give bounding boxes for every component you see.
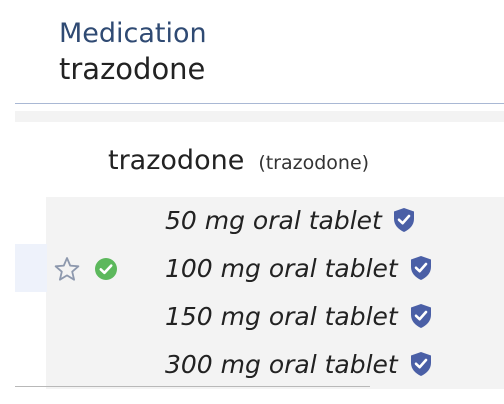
shield-check-icon: [411, 256, 431, 280]
shield-check-icon: [411, 304, 431, 328]
strength-option[interactable]: 50 mg oral tablet: [165, 206, 382, 236]
section-strip: [15, 111, 504, 122]
shield-check-icon: [394, 208, 414, 232]
header-divider: [15, 103, 504, 104]
drug-generic-name: (trazodone): [258, 152, 370, 174]
strength-option[interactable]: 100 mg oral tablet: [165, 254, 398, 284]
shield-check-icon: [411, 352, 431, 376]
strength-option[interactable]: 300 mg oral tablet: [165, 350, 398, 380]
field-label-medication: Medication: [59, 18, 207, 49]
drug-name: trazodone: [108, 145, 245, 176]
medication-page: Medication trazodone trazodone (trazodone…: [0, 0, 504, 404]
green-check-icon: [95, 258, 117, 280]
selected-row-highlight: [15, 244, 47, 292]
drug-heading: trazodone (trazodone): [108, 145, 369, 177]
strength-option[interactable]: 150 mg oral tablet: [165, 302, 398, 332]
bottom-divider: [15, 386, 370, 387]
star-outline-icon[interactable]: [54, 256, 80, 282]
medication-value: trazodone: [59, 52, 206, 86]
